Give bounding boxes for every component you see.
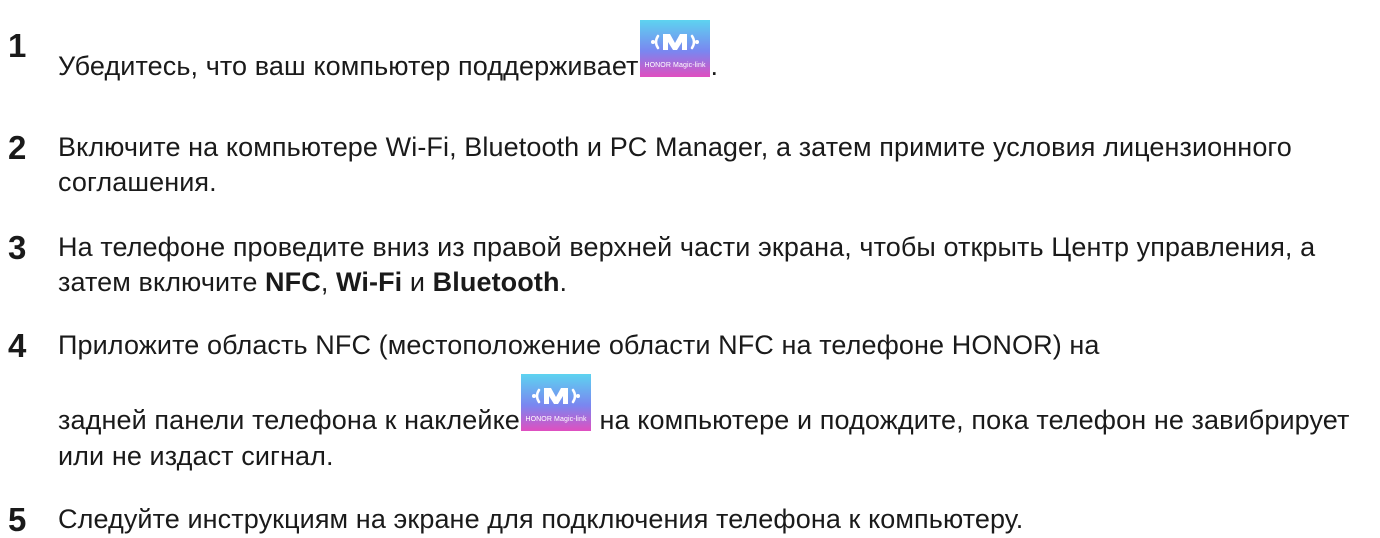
step-4: 4 Приложите область NFC (местоположение … <box>8 328 1368 474</box>
keyword-nfc: NFC <box>265 267 321 297</box>
step-number: 2 <box>8 129 27 166</box>
separator: и <box>402 267 433 297</box>
step-number: 1 <box>8 27 27 64</box>
honor-magic-link-logo-icon: HONOR Magic-link <box>639 20 710 77</box>
keyword-wifi: Wi-Fi <box>336 267 403 297</box>
step-text: Убедитесь, что ваш компьютер поддерживае… <box>58 51 639 81</box>
step-number: 5 <box>8 501 27 538</box>
step-text: задней панели телефона к наклейке <box>58 405 520 435</box>
honor-magic-link-logo-icon: HONOR Magic-link <box>520 374 591 431</box>
badge-caption: HONOR Magic-link <box>525 416 587 423</box>
step-text: Включите на компьютере Wi-Fi, Bluetooth … <box>58 132 1292 197</box>
separator: , <box>320 267 337 297</box>
step-text: Следуйте инструкциям на экране для подкл… <box>58 504 1024 534</box>
step-text-line-1: Приложите область NFC (местоположение об… <box>58 330 1100 360</box>
step-text-end: . <box>710 51 719 81</box>
step-text-end: . <box>559 267 568 297</box>
step-1: 1 Убедитесь, что ваш компьютер поддержив… <box>8 20 1368 85</box>
step-text: На телефоне проведите вниз из правой вер… <box>58 232 1316 297</box>
instruction-steps: 1 Убедитесь, что ваш компьютер поддержив… <box>8 20 1368 537</box>
step-2: 2 Включите на компьютере Wi-Fi, Bluetoot… <box>8 130 1368 200</box>
keyword-bluetooth: Bluetooth <box>432 267 560 297</box>
badge-caption: HONOR Magic-link <box>644 62 706 69</box>
step-5: 5 Следуйте инструкциям на экране для под… <box>8 502 1368 537</box>
step-number: 4 <box>8 327 27 364</box>
step-number: 3 <box>8 229 27 266</box>
step-3: 3 На телефоне проведите вниз из правой в… <box>8 230 1368 300</box>
